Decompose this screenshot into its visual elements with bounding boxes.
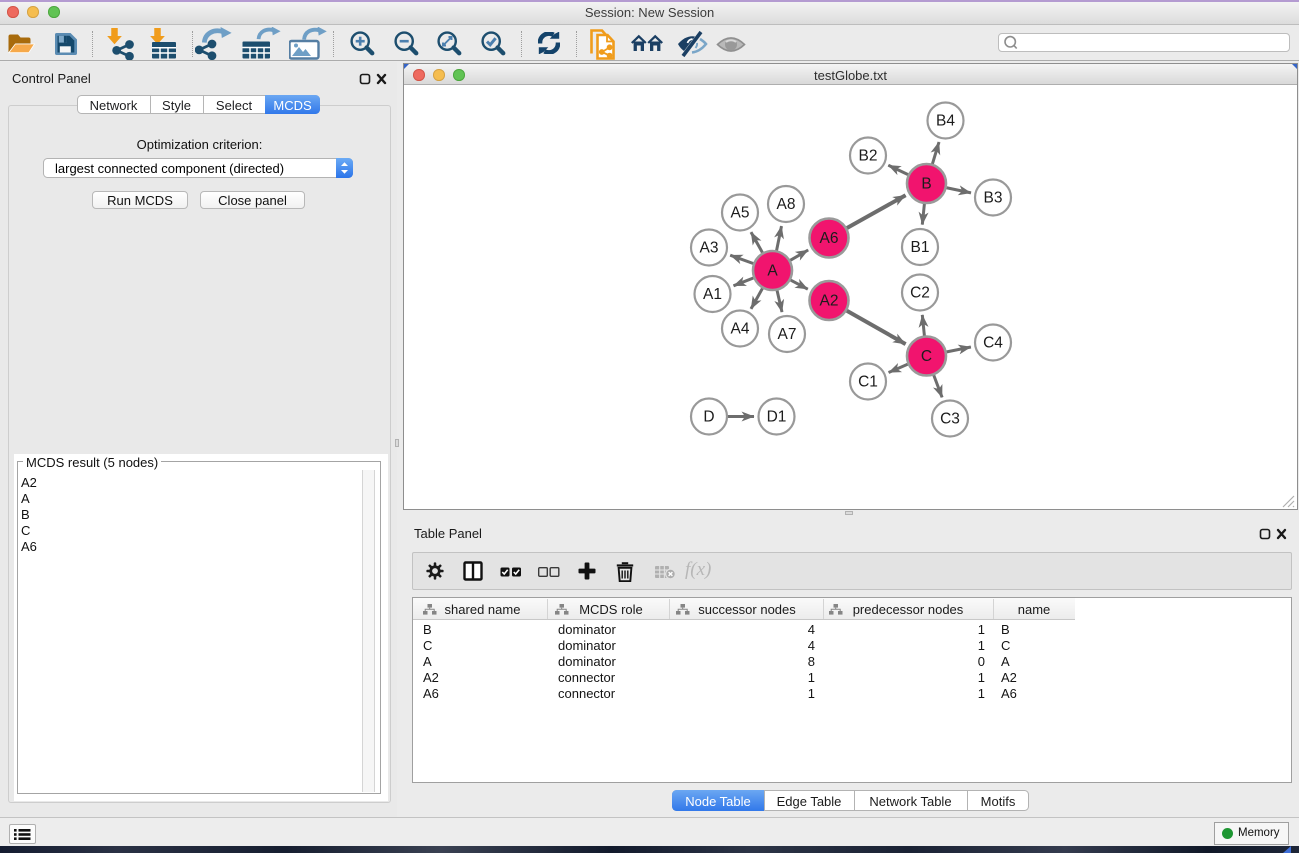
svg-text:C2: C2	[910, 285, 930, 302]
svg-text:C1: C1	[858, 374, 878, 391]
svg-text:A6: A6	[820, 230, 839, 247]
svg-text:C4: C4	[983, 335, 1003, 352]
svg-text:A: A	[767, 263, 778, 280]
svg-text:A3: A3	[700, 240, 719, 257]
svg-text:B: B	[921, 176, 931, 193]
svg-text:C: C	[921, 348, 932, 365]
svg-text:A4: A4	[731, 321, 750, 338]
svg-text:B2: B2	[859, 148, 878, 165]
svg-text:C3: C3	[940, 411, 960, 428]
svg-text:A8: A8	[777, 196, 796, 213]
svg-text:D: D	[703, 409, 714, 426]
svg-text:B4: B4	[936, 113, 955, 130]
svg-text:A7: A7	[778, 326, 797, 343]
svg-text:A1: A1	[703, 286, 722, 303]
svg-text:B3: B3	[984, 190, 1003, 207]
svg-text:B1: B1	[911, 239, 930, 256]
svg-text:A2: A2	[820, 293, 839, 310]
svg-text:D1: D1	[767, 409, 787, 426]
svg-text:A5: A5	[731, 205, 750, 222]
